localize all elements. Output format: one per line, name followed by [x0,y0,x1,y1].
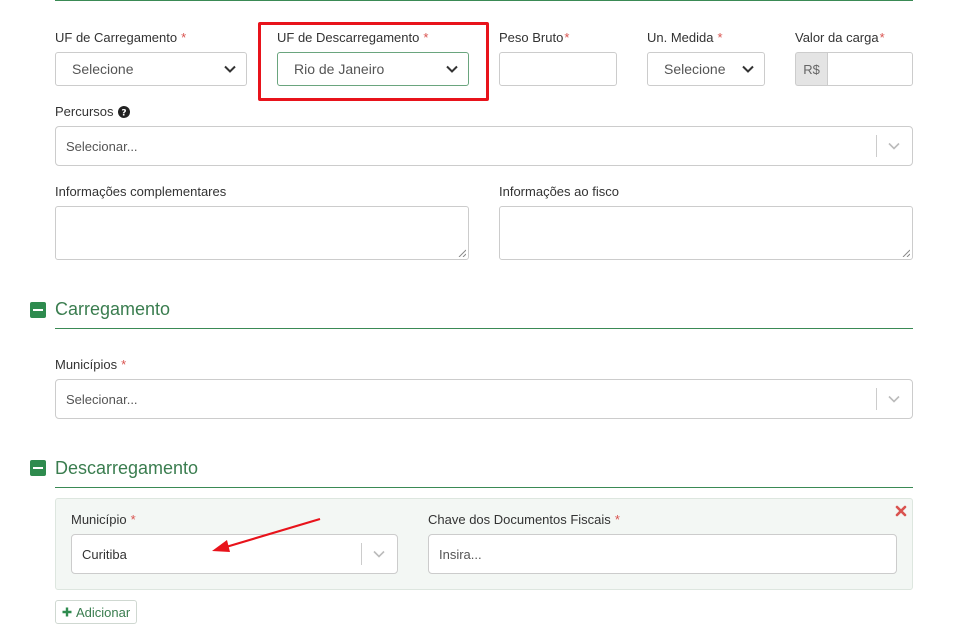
descarregamento-divider [55,487,913,488]
chevron-down-icon [224,65,236,73]
svg-text:?: ? [121,108,126,118]
separator [876,135,877,157]
chave-placeholder: Insira... [439,546,482,562]
chevron-down-icon [373,550,385,558]
plus-icon [62,607,72,617]
uf-carregamento-select[interactable]: Selecione [55,52,247,86]
uf-carregamento-label: UF de Carregamento * [55,30,187,45]
separator [876,388,877,410]
close-icon[interactable] [895,505,907,517]
info-complementares-textarea[interactable] [55,206,469,260]
percursos-label: Percursos ? [55,104,130,119]
municipios-multiselect[interactable]: Selecionar... [55,379,913,419]
municipio-label: Município * [71,512,136,527]
top-divider [55,0,913,1]
peso-bruto-input[interactable] [499,52,617,86]
un-medida-select[interactable]: Selecione [647,52,765,86]
un-medida-label: Un. Medida * [647,30,723,45]
chevron-down-icon [888,142,900,150]
highlight-box [258,22,489,101]
municipios-placeholder: Selecionar... [66,391,138,407]
chave-documentos-input[interactable]: Insira... [428,534,897,574]
info-fisco-label: Informações ao fisco [499,184,619,199]
municipios-label: Municípios * [55,357,127,372]
valor-carga-input[interactable] [827,52,913,86]
collapse-carregamento-icon[interactable] [30,302,46,318]
collapse-descarregamento-icon[interactable] [30,460,46,476]
info-fisco-textarea[interactable] [499,206,913,260]
descarregamento-title: Descarregamento [55,458,199,478]
separator [361,543,362,565]
valor-carga-label: Valor da carga* [795,30,885,45]
percursos-placeholder: Selecionar... [66,138,138,154]
chave-documentos-label: Chave dos Documentos Fiscais * [428,512,620,527]
uf-carregamento-value: Selecione [72,61,134,77]
carregamento-divider [55,328,913,329]
info-complementares-label: Informações complementares [55,184,227,199]
percursos-multiselect[interactable]: Selecionar... [55,126,913,166]
valor-carga-group: R$ [795,52,913,86]
annotation-arrow [212,517,321,552]
chevron-down-icon [888,395,900,403]
resize-grip-icon[interactable] [458,249,466,257]
add-button-label: Adicionar [76,604,131,620]
carregamento-title: Carregamento [55,299,171,319]
question-circle-icon[interactable]: ? [117,105,130,118]
currency-addon: R$ [795,52,827,86]
chevron-down-icon [742,65,754,73]
peso-bruto-label: Peso Bruto* [499,30,570,45]
resize-grip-icon[interactable] [902,249,910,257]
add-button[interactable]: Adicionar [55,600,138,624]
